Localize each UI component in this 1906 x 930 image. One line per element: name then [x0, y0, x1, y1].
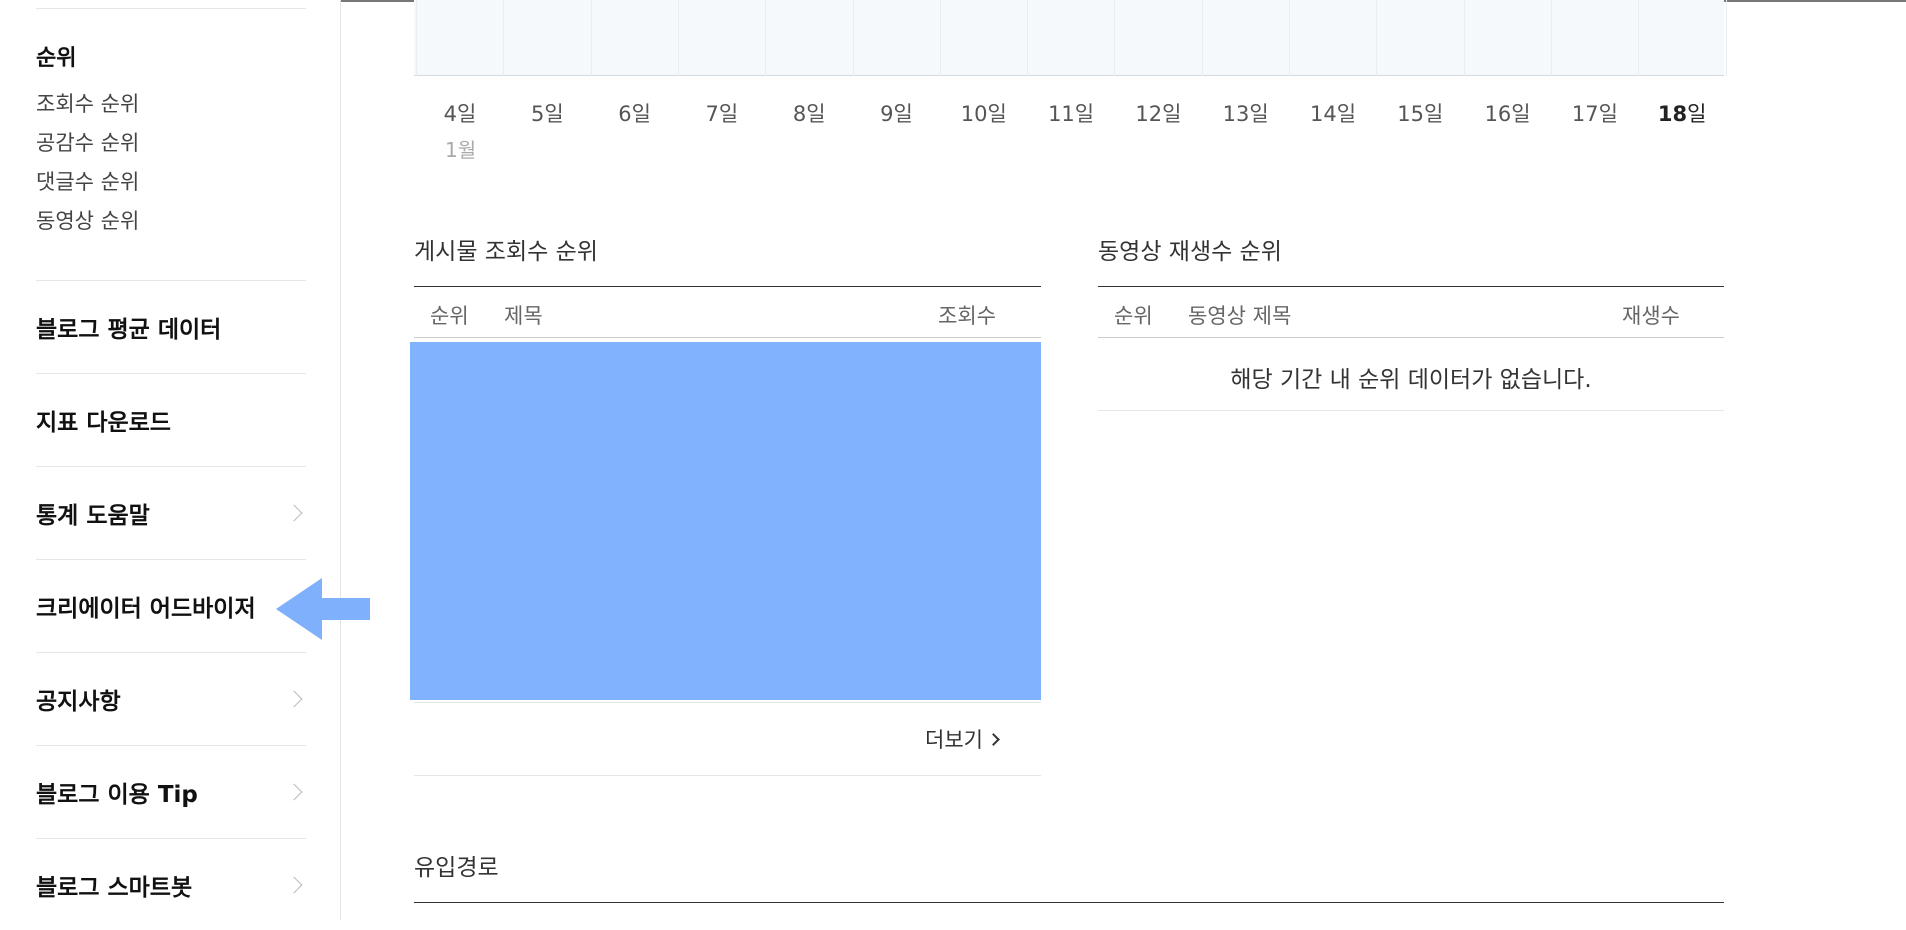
sidebar: 순위 조회수 순위 공감수 순위 댓글수 순위 동영상 순위 블로그 평균 데이…: [0, 0, 341, 920]
sidebar-item-label: 공지사항: [36, 688, 121, 715]
chevron-right-icon: [285, 504, 303, 521]
date-tick-label: 6일: [618, 102, 651, 126]
date-tick-label: 13일: [1222, 102, 1269, 126]
highlight-arrow-icon: [276, 578, 370, 640]
chevron-right-icon: [987, 732, 1000, 746]
redacted-post-list: [410, 342, 1041, 700]
empty-message: 해당 기간 내 순위 데이터가 없습니다.: [1230, 367, 1592, 393]
date-tick-label: 8일: [792, 102, 826, 126]
date-tick-label: 12일: [1135, 102, 1182, 126]
grid-line: [1550, 0, 1552, 76]
grid-line: [416, 0, 417, 76]
sidebar-item-comment-rank[interactable]: 댓글수 순위: [36, 166, 139, 196]
date-tick-label: 7일: [705, 102, 739, 126]
sidebar-item-label: 지표 다운로드: [36, 409, 171, 436]
chevron-right-icon: [285, 876, 303, 893]
grid-line: [1376, 0, 1378, 76]
sidebar-item-blog-average[interactable]: 블로그 평균 데이터: [36, 280, 306, 372]
sidebar-item-view-rank[interactable]: 조회수 순위: [36, 88, 139, 118]
grid-line: [939, 0, 941, 76]
grid-line: [677, 0, 679, 76]
grid-line: [503, 0, 505, 76]
inflow-title: 유입경로: [414, 855, 499, 881]
grid-line: [1463, 0, 1465, 76]
sidebar-item-creator-advisor[interactable]: 크리에이터 어드바이저: [36, 559, 306, 651]
date-tick-label: 17일: [1571, 102, 1618, 126]
divider: [414, 775, 1041, 776]
grid-line: [1027, 0, 1029, 76]
sidebar-item-label: 블로그 평균 데이터: [36, 316, 222, 343]
date-tick-label: 4일: [443, 102, 477, 126]
sidebar-item-notice[interactable]: 공지사항: [36, 652, 306, 744]
grid-line: [765, 0, 767, 76]
sidebar-item-tip[interactable]: 블로그 이용 Tip: [36, 745, 306, 837]
col-rank: 순위: [1114, 304, 1153, 328]
date-tick-label: 15일: [1397, 102, 1444, 126]
col-video-title: 동영상 제목: [1188, 304, 1292, 328]
grid-line: [1725, 0, 1727, 76]
col-title: 제목: [504, 304, 543, 328]
grid-line: [1201, 0, 1203, 76]
grid-line: [590, 0, 592, 76]
more-label: 더보기: [925, 728, 983, 752]
col-views: 조회수: [938, 304, 996, 328]
sidebar-group-rank-title: 순위: [36, 46, 77, 71]
date-tick-label: 5일: [530, 102, 564, 126]
sidebar-item-label: 블로그 스마트봇: [36, 874, 193, 901]
sidebar-item-label: 블로그 이용 Tip: [36, 781, 198, 808]
grid-line: [1638, 0, 1640, 76]
chevron-right-icon: [285, 690, 303, 707]
video-rank-header: 순위 동영상 제목 재생수: [1098, 286, 1724, 338]
sidebar-item-download[interactable]: 지표 다운로드: [36, 373, 306, 465]
date-tick-label: 14일: [1309, 102, 1357, 126]
sidebar-item-label: 크리에이터 어드바이저: [36, 595, 256, 622]
date-tick-label: 10일: [960, 102, 1007, 126]
divider: [414, 702, 1041, 703]
video-rank-title: 동영상 재생수 순위: [1098, 239, 1282, 265]
more-button[interactable]: 더보기: [925, 724, 1000, 754]
post-rank-title: 게시물 조회수 순위: [414, 239, 598, 265]
chart-plot-area: [414, 0, 1727, 76]
grid-line: [1289, 0, 1290, 76]
post-rank-header: 순위 제목 조회수: [414, 286, 1041, 338]
grid-line: [852, 0, 854, 76]
chevron-right-icon: [285, 783, 303, 800]
sidebar-item-smartbot[interactable]: 블로그 스마트봇: [36, 838, 306, 930]
col-plays: 재생수: [1622, 304, 1680, 328]
divider: [1098, 410, 1724, 411]
date-tick-label: 16일: [1484, 102, 1531, 126]
inflow-table-top-rule: [414, 902, 1724, 903]
sidebar-item-like-rank[interactable]: 공감수 순위: [36, 127, 139, 157]
date-tick-label: 9일: [880, 102, 913, 126]
month-label: 1월: [445, 138, 477, 162]
col-rank: 순위: [430, 304, 469, 328]
sidebar-item-label: 통계 도움말: [36, 502, 150, 529]
sidebar-divider: [36, 8, 306, 9]
sidebar-item-video-rank[interactable]: 동영상 순위: [36, 205, 139, 235]
grid-line: [1114, 0, 1116, 76]
date-tick-label-today: 18일: [1657, 102, 1707, 126]
sidebar-item-help[interactable]: 통계 도움말: [36, 466, 306, 558]
date-tick-label: 11일: [1048, 102, 1095, 126]
